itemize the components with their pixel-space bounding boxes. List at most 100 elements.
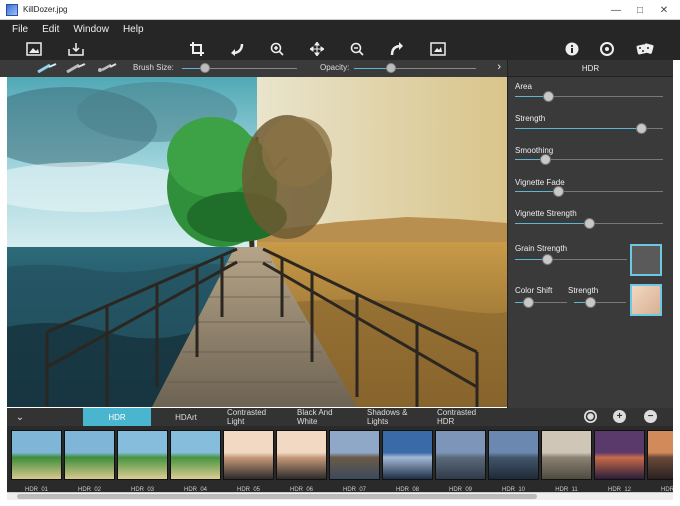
preset-thumbnail-image xyxy=(647,430,673,480)
preset-thumbnail-image xyxy=(117,430,168,480)
zoom-out-icon[interactable] xyxy=(348,40,366,58)
brush-reset-icon[interactable] xyxy=(96,61,118,75)
preset-thumbnail-image xyxy=(223,430,274,480)
preset-thumbnail[interactable]: HDR_06 xyxy=(276,430,327,492)
move-icon[interactable] xyxy=(308,40,326,58)
strength-label: Strength xyxy=(515,114,546,123)
menu-edit[interactable]: Edit xyxy=(42,24,59,35)
color-shift-strength-slider-thumb[interactable] xyxy=(584,297,596,308)
main-toolbar xyxy=(0,38,680,60)
tab-contrasted-hdr[interactable]: Contrasted HDR xyxy=(431,408,501,426)
grain-strength-slider[interactable] xyxy=(515,254,627,265)
preset-thumbnail-image xyxy=(594,430,645,480)
tab-hdr[interactable]: HDR xyxy=(83,408,151,426)
vignette-fade-slider-thumb[interactable] xyxy=(552,186,564,197)
minimize-button[interactable]: — xyxy=(604,2,628,18)
title-bar: KillDozer.jpg — □ ✕ xyxy=(0,0,680,20)
vignette-fade-slider[interactable] xyxy=(515,186,663,197)
collapse-presets-button[interactable]: ⌄ xyxy=(7,408,33,426)
brush-paint-icon[interactable] xyxy=(36,61,58,75)
color-shift-swatch[interactable] xyxy=(630,284,662,316)
settings-icon[interactable] xyxy=(598,40,616,58)
opacity-slider-thumb[interactable] xyxy=(385,63,396,73)
strength-slider[interactable] xyxy=(515,123,663,134)
area-slider-thumb[interactable] xyxy=(542,91,554,102)
add-icon[interactable]: + xyxy=(613,410,626,423)
vignette-strength-label: Vignette Strength xyxy=(515,209,577,218)
preset-thumbnail-image xyxy=(329,430,380,480)
undo-icon[interactable] xyxy=(228,40,246,58)
preset-thumbnail[interactable]: HDR_12 xyxy=(594,430,645,492)
brush-options-bar: Brush Size: Opacity: › xyxy=(0,60,507,77)
color-shift-slider[interactable] xyxy=(515,297,567,308)
remove-icon[interactable]: − xyxy=(644,410,657,423)
color-shift-slider-thumb[interactable] xyxy=(523,297,534,308)
close-button[interactable]: ✕ xyxy=(652,2,676,18)
preset-thumbnail[interactable]: HDR_05 xyxy=(223,430,274,492)
grain-strength-label: Grain Strength xyxy=(515,244,568,253)
vignette-strength-slider[interactable] xyxy=(515,218,663,229)
hdr-settings-panel: HDR Area Strength Smoothing Vignette Fad… xyxy=(507,60,673,408)
preset-thumbnail-image xyxy=(435,430,486,480)
palette-icon[interactable] xyxy=(584,410,597,423)
open-image-icon[interactable] xyxy=(25,40,43,58)
preset-thumbnail[interactable]: HDR_02 xyxy=(64,430,115,492)
preset-thumbnail[interactable]: HDR_07 xyxy=(329,430,380,492)
random-dice-icon[interactable] xyxy=(636,40,654,58)
maximize-button[interactable]: □ xyxy=(628,2,652,18)
zoom-in-icon[interactable] xyxy=(268,40,286,58)
thumbnail-scrollbar-handle[interactable] xyxy=(17,494,537,499)
preset-thumbnail-image xyxy=(170,430,221,480)
tab-shadows-lights[interactable]: Shadows & Lights xyxy=(361,408,431,426)
brush-size-label: Brush Size: xyxy=(133,63,174,72)
preset-thumbnail-image xyxy=(64,430,115,480)
tab-contrasted-light[interactable]: Contrasted Light xyxy=(221,408,291,426)
redo-icon[interactable] xyxy=(388,40,406,58)
smoothing-slider-thumb[interactable] xyxy=(539,154,551,165)
info-icon[interactable] xyxy=(563,40,581,58)
opacity-slider[interactable] xyxy=(354,63,476,73)
color-shift-strength-slider[interactable] xyxy=(574,297,626,308)
smoothing-slider[interactable] xyxy=(515,154,663,165)
crop-icon[interactable] xyxy=(188,40,206,58)
preset-thumbnail[interactable]: HDR_03 xyxy=(117,430,168,492)
window-controls: — □ ✕ xyxy=(604,2,676,18)
thumbnail-scrollbar[interactable] xyxy=(7,492,673,500)
grain-color-swatch[interactable] xyxy=(630,244,662,276)
vignette-strength-slider-thumb[interactable] xyxy=(584,218,595,229)
preset-thumbnail-image xyxy=(276,430,327,480)
preset-thumbnail[interactable]: HDR_11 xyxy=(541,430,592,492)
preset-thumbnail-image xyxy=(541,430,592,480)
fit-screen-icon[interactable] xyxy=(429,40,447,58)
image-canvas[interactable] xyxy=(7,77,507,407)
grain-strength-slider-thumb[interactable] xyxy=(542,254,554,265)
preset-thumbnail-image xyxy=(488,430,539,480)
app-icon xyxy=(6,3,18,16)
menu-file[interactable]: File xyxy=(12,24,28,35)
brush-erase-icon[interactable] xyxy=(65,61,87,75)
color-shift-strength-label: Strength xyxy=(568,286,599,295)
preset-thumbnail-image xyxy=(382,430,433,480)
preset-thumbnail[interactable]: HDR_01 xyxy=(11,430,62,492)
strength-slider-thumb[interactable] xyxy=(635,123,647,134)
opacity-label: Opacity: xyxy=(320,63,350,72)
menu-window[interactable]: Window xyxy=(73,24,109,35)
area-slider[interactable] xyxy=(515,91,663,102)
preset-thumbnail-strip: HDR_01 HDR_02 HDR_03 HDR_04 HDR_05 HDR_06 HDR_… xyxy=(7,426,673,492)
menu-bar: File Edit Window Help xyxy=(0,20,680,38)
expand-panel-button[interactable]: › xyxy=(497,61,501,73)
menu-help[interactable]: Help xyxy=(123,24,144,35)
preset-thumbnail[interactable]: HDR_10 xyxy=(488,430,539,492)
tab-hdart[interactable]: HDArt xyxy=(151,408,221,426)
preset-thumbnail[interactable]: HDR_09 xyxy=(435,430,486,492)
brush-size-slider-thumb[interactable] xyxy=(200,63,210,73)
area-label: Area xyxy=(515,82,532,91)
tab-black-and-white[interactable]: Black And White xyxy=(291,408,361,426)
panel-title: HDR xyxy=(508,60,673,77)
preset-thumbnail[interactable]: HDR_08 xyxy=(382,430,433,492)
preset-thumbnail[interactable]: HDR_13 xyxy=(647,430,673,492)
save-icon[interactable] xyxy=(67,40,85,58)
preset-thumbnail[interactable]: HDR_04 xyxy=(170,430,221,492)
window-title: KillDozer.jpg xyxy=(23,5,68,14)
brush-size-slider[interactable] xyxy=(182,63,297,73)
